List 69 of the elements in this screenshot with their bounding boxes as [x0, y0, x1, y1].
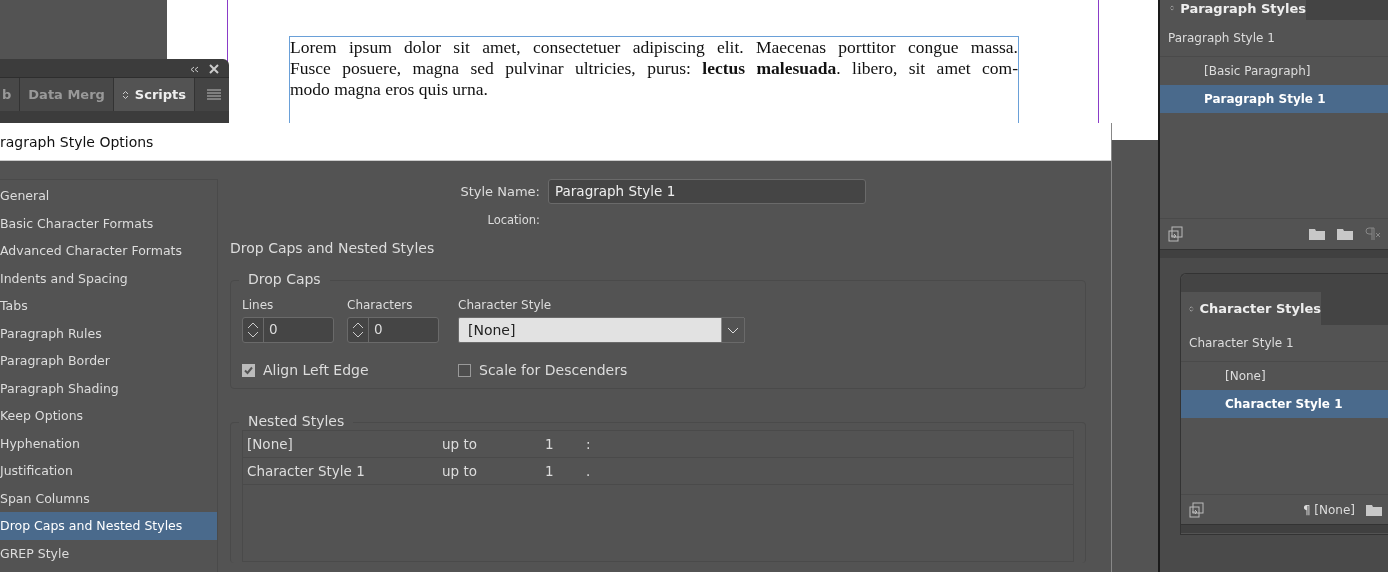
- checkbox[interactable]: [242, 363, 255, 377]
- table-cell[interactable]: up to: [442, 463, 545, 479]
- dialog-title: ragraph Style Options: [0, 133, 154, 150]
- panel-tab[interactable]: Scripts: [113, 78, 196, 111]
- category-item[interactable]: Hyphenation: [0, 429, 217, 457]
- field-label: Character Style: [458, 298, 553, 312]
- table-cell[interactable]: :: [586, 436, 606, 452]
- category-item[interactable]: Advanced Character Formats: [0, 237, 217, 265]
- table-cell[interactable]: Character Style 1: [247, 463, 442, 479]
- category-item[interactable]: Span Columns: [0, 484, 217, 512]
- folder-icon[interactable]: [1365, 503, 1383, 517]
- chevrons-icon: [1189, 303, 1194, 314]
- lines-field[interactable]: 0: [242, 317, 334, 343]
- clear-overrides-icon[interactable]: [1364, 227, 1382, 241]
- category-item[interactable]: Drop Caps and Nested Styles: [0, 512, 217, 540]
- category-item[interactable]: Paragraph Rules: [0, 319, 217, 347]
- category-item[interactable]: General: [0, 182, 217, 210]
- paragraph-line: modo magna eros quis urna.: [290, 79, 489, 100]
- collapse-icon[interactable]: [190, 65, 199, 73]
- field-label: Characters: [347, 298, 414, 312]
- table-cell[interactable]: .: [586, 463, 606, 479]
- style-name-label: Style Name:: [459, 184, 540, 199]
- chevrons-icon: [121, 89, 129, 100]
- paragraph-line: Lorem ipsum dolor sit amet, consectetuer adipiscing elit. Maecenas porttitor congue massa.: [290, 37, 1018, 58]
- new-style-icon[interactable]: [1168, 226, 1184, 242]
- close-icon[interactable]: [209, 64, 219, 74]
- chevrons-icon: [1170, 3, 1175, 13]
- category-item[interactable]: Justification: [0, 457, 217, 485]
- category-item[interactable]: Tabs: [0, 292, 217, 320]
- characters-field[interactable]: 0: [347, 317, 439, 343]
- panel-tab[interactable]: Paragraph Styles: [1160, 0, 1306, 20]
- table-cell[interactable]: [None]: [247, 436, 442, 452]
- style-item[interactable]: Paragraph Style 1: [1160, 85, 1388, 113]
- paragraph-line: Fusce posuere, magna sed pulvinar ultricies, purus: lectus malesuada. libero, sit amet com-: [290, 58, 1018, 79]
- style-name-field[interactable]: Paragraph Style 1: [548, 179, 866, 204]
- category-item[interactable]: GREP Style: [0, 539, 217, 567]
- character-style-dropdown[interactable]: [None]: [458, 317, 745, 343]
- location-label: Location:: [487, 213, 540, 227]
- new-style-icon[interactable]: [1189, 502, 1205, 518]
- default-style-label: ¶ [None]: [1302, 503, 1355, 517]
- section-title: Drop Caps and Nested Styles: [230, 240, 435, 256]
- checkbox-label: Scale for Descenders: [479, 362, 628, 378]
- style-item[interactable]: [Basic Paragraph]: [1160, 57, 1388, 85]
- table-cell[interactable]: 1: [545, 463, 586, 479]
- group-legend: Nested Styles: [239, 413, 354, 429]
- current-style: Character Style 1: [1189, 336, 1294, 350]
- resize-grip[interactable]: [1160, 249, 1388, 258]
- checkbox-label: Align Left Edge: [263, 362, 369, 378]
- table-cell[interactable]: up to: [442, 436, 545, 452]
- category-item[interactable]: Basic Character Formats: [0, 209, 217, 237]
- panel-tab[interactable]: b: [0, 78, 21, 111]
- folder-icon[interactable]: [1336, 227, 1354, 241]
- current-style: Paragraph Style 1: [1168, 31, 1275, 45]
- folder-icon[interactable]: [1308, 227, 1326, 241]
- panel-tab[interactable]: Data Merg: [20, 78, 114, 111]
- category-item[interactable]: Paragraph Shading: [0, 374, 217, 402]
- field-label: Lines: [242, 298, 275, 312]
- menu-icon[interactable]: [207, 89, 221, 100]
- caret-icon[interactable]: [721, 318, 744, 342]
- category-item[interactable]: Paragraph Border: [0, 347, 217, 375]
- style-item[interactable]: Character Style 1: [1181, 390, 1388, 418]
- category-item[interactable]: Keep Options: [0, 402, 217, 430]
- checkbox[interactable]: [458, 363, 471, 377]
- resize-grip[interactable]: [1181, 524, 1388, 533]
- style-item[interactable]: [None]: [1181, 362, 1388, 390]
- category-item[interactable]: Indents and Spacing: [0, 264, 217, 292]
- table-cell[interactable]: 1: [545, 436, 586, 452]
- panel-tab[interactable]: Character Styles: [1181, 292, 1321, 325]
- group-legend: Drop Caps: [239, 271, 330, 287]
